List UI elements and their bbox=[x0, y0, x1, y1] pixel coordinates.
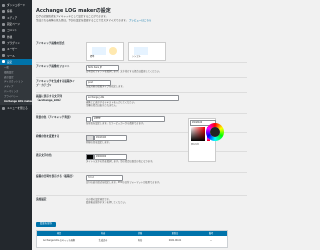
row-category-label: アイキャッチを生成する投稿タイプ・カテゴリ bbox=[36, 80, 75, 87]
dashboard-icon bbox=[2, 3, 5, 7]
user-icon bbox=[2, 47, 5, 51]
category-desc: 生成対象の投稿タイプを指定します。 bbox=[86, 85, 125, 88]
td-note: — bbox=[209, 239, 213, 242]
row-title-color-label: 表示文字の色 bbox=[36, 154, 52, 157]
submenu-acchange-log-maker[interactable]: Acchange LOG maker の設定 bbox=[0, 100, 32, 105]
picker-label: 現在の色 bbox=[191, 144, 200, 146]
media-icon bbox=[2, 16, 5, 20]
th-content: 内容 bbox=[100, 232, 106, 235]
row-opt: 追加設定 その他の設定項目です。 変更後は保存ボタンを押してください。 bbox=[36, 196, 247, 218]
meta-desc: 日付の表示形式を指定します。PHPの日付フォーマットが使用できます。 bbox=[86, 181, 162, 184]
text-desc: 画像上に表示するテキストを入力してください。 空欄の場合は表示されません。 bbox=[86, 101, 137, 108]
td-date: 2021.06.01 bbox=[168, 239, 182, 242]
row-style-label: アイキャッチ画像の形式 bbox=[36, 42, 65, 45]
row-meta-label: 投稿の日時を表示する（投稿日） bbox=[36, 175, 75, 178]
style-option-simple[interactable]: シンプル bbox=[128, 42, 166, 61]
color-wheel-center bbox=[210, 127, 220, 137]
row-font-label: アイキャッチ画像のフォント bbox=[36, 65, 70, 68]
page-title: Acchange LOG makerの設定 bbox=[36, 8, 111, 14]
th-date: 更新日 bbox=[171, 232, 179, 235]
row-font: アイキャッチ画像のフォント Noto Sans JP 日本語のフォントを選択しま… bbox=[36, 63, 247, 78]
row-style: アイキャッチ画像の形式 標準 シンプル bbox=[36, 40, 247, 63]
opt-desc: その他の設定項目です。 変更後は保存ボタンを押してください。 bbox=[86, 198, 128, 205]
td-status: 有効 bbox=[137, 239, 143, 242]
plugin-icon bbox=[2, 41, 5, 45]
row-bg-label: 背景の色（アイキャッチ背景） bbox=[36, 116, 73, 119]
row-meta: 投稿の日時を表示する（投稿日） Y.m.d 日付の表示形式を指定します。PHPの… bbox=[36, 173, 247, 196]
admin-sidebar: ダッシュボード 投稿 メディア 固定ページ コメント 外観 プラグイン ユーザー… bbox=[0, 0, 32, 250]
row-border-label: 枠線の色を変更する bbox=[36, 135, 60, 138]
tool-icon bbox=[2, 54, 5, 58]
log-table: 項目 内容 状態 更新日 備考 Acchange LOG のキャッチ画像 生成済… bbox=[36, 230, 228, 248]
th-item: 項目 bbox=[56, 232, 62, 235]
settings-submenu: 一般 投稿設定 表示設定 ディスカッション メディア パーマリンク プライバシー… bbox=[0, 64, 32, 106]
style-option-standard[interactable]: 標準 bbox=[86, 42, 124, 61]
table-header: 項目 内容 状態 更新日 備考 bbox=[37, 231, 227, 236]
settings-icon bbox=[2, 60, 5, 64]
brush-icon bbox=[2, 35, 5, 39]
saturation-square[interactable] bbox=[191, 127, 205, 141]
comment-icon bbox=[2, 28, 5, 32]
pin-icon bbox=[2, 9, 5, 13]
preview-link[interactable]: プレビューはこちら bbox=[129, 19, 152, 22]
intro-text: ログの記録形式をアイキャッチとして設定することができます。 生成される画像の見た… bbox=[36, 15, 152, 22]
collapse-icon bbox=[2, 106, 5, 110]
collapse-menu-button[interactable]: メニューを閉じる bbox=[0, 105, 32, 111]
row-text: 画面に表示する文字列（acchange_LOG） acchange_LOG 画像… bbox=[36, 93, 247, 114]
page-icon bbox=[2, 22, 5, 26]
th-note: 備考 bbox=[208, 232, 214, 235]
save-button[interactable]: 変更を保存 bbox=[36, 222, 56, 227]
row-category: アイキャッチを生成する投稿タイプ・カテゴリ post 生成対象の投稿タイプを指定… bbox=[36, 78, 247, 93]
font-desc: 日本語のフォントを選択します。文字化けする場合は変更してください。 bbox=[86, 70, 162, 73]
th-status: 状態 bbox=[137, 232, 143, 235]
td-content: 生成済み bbox=[98, 239, 108, 242]
row-text-label: 画面に表示する文字列（acchange_LOG） bbox=[36, 95, 63, 102]
td-item: Acchange LOG のキャッチ画像 bbox=[43, 239, 75, 242]
row-opt-label: 追加設定 bbox=[36, 198, 47, 201]
